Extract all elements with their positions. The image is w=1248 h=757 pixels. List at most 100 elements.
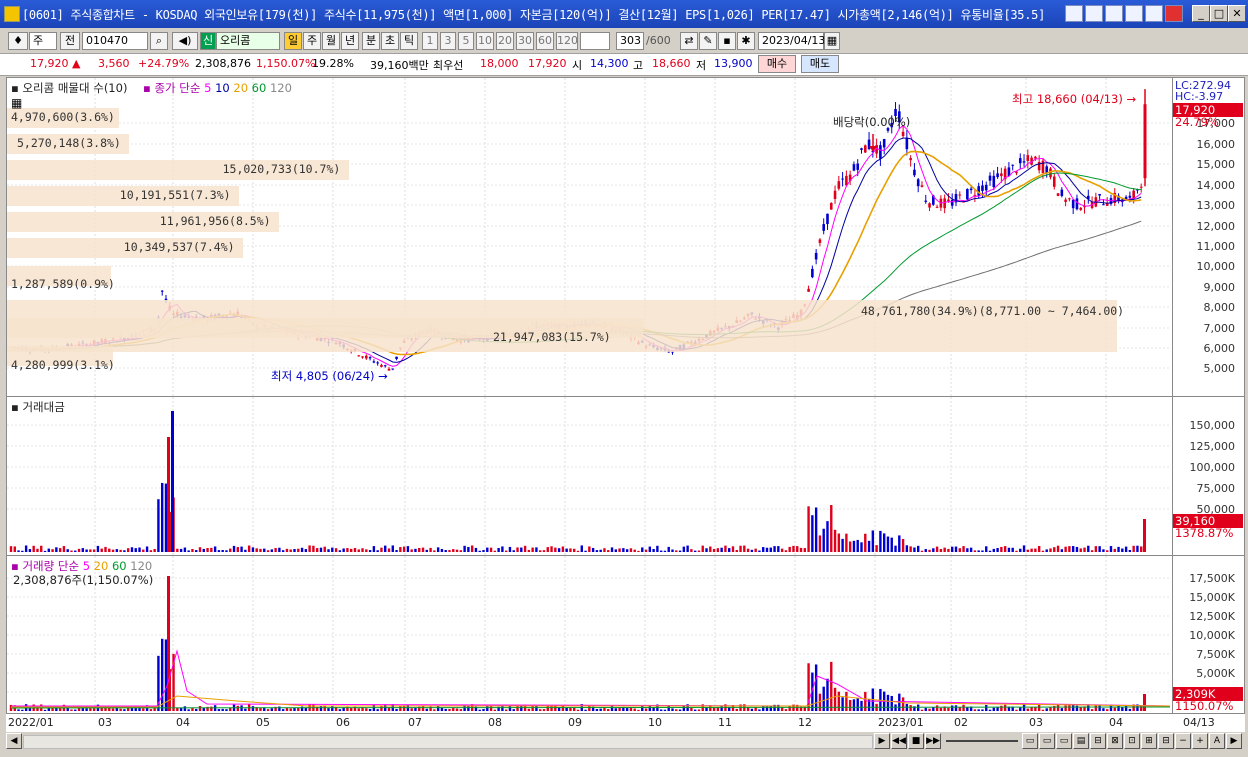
tool-icon-4[interactable]: ⊞: [1141, 733, 1157, 749]
window-icon[interactable]: [1105, 5, 1123, 22]
zoom-out-icon[interactable]: −: [1175, 733, 1191, 749]
tool-icon-3[interactable]: ⊡: [1124, 733, 1140, 749]
period-week[interactable]: 주: [303, 32, 321, 50]
rewind-icon[interactable]: ◀◀: [891, 733, 907, 749]
interval-5[interactable]: 5: [458, 32, 474, 50]
change-rate: +24.79%: [138, 57, 190, 70]
x-axis-label: 07: [408, 716, 422, 729]
x-axis-label: 09: [568, 716, 582, 729]
count-input[interactable]: 303: [616, 32, 644, 50]
prev-button[interactable]: 전: [60, 32, 80, 50]
x-axis-label: 03: [1029, 716, 1043, 729]
scroll-left-button[interactable]: ◀: [6, 733, 22, 749]
speaker-icon[interactable]: ◀): [172, 32, 198, 50]
period-year[interactable]: 년: [341, 32, 359, 50]
interval-10[interactable]: 10: [476, 32, 494, 50]
buy-button[interactable]: 매수: [758, 55, 796, 73]
x-axis-label: 02: [954, 716, 968, 729]
font-icon[interactable]: [1145, 5, 1163, 22]
close-button[interactable]: ✕: [1228, 5, 1246, 22]
play-icon[interactable]: ▶: [874, 733, 890, 749]
x-axis-label: 08: [488, 716, 502, 729]
price-tick: 5,000: [1203, 362, 1236, 375]
amount-title: ▪ 거래대금: [11, 400, 65, 414]
turnover: 19.28%: [312, 57, 354, 70]
minimize-button[interactable]: _: [1192, 5, 1210, 22]
low-note: 최저 4,805 (06/24) →: [271, 369, 388, 383]
search-icon[interactable]: ⌕: [150, 32, 168, 50]
volume-ma-label: 단순: [57, 559, 80, 573]
scroll-track[interactable]: [23, 735, 873, 749]
tool-icon-1[interactable]: ⊟: [1090, 733, 1106, 749]
sell-button[interactable]: 매도: [801, 55, 839, 73]
zoom-slider[interactable]: [946, 740, 1018, 742]
volume-tick: 5,000K: [1196, 667, 1235, 680]
price-panel[interactable]: 4,970,600(3.6%) 5,270,148(3.8%) 15,020,733…: [7, 78, 1170, 396]
grid-icon[interactable]: ▦: [11, 96, 22, 110]
interval-120[interactable]: 120: [556, 32, 578, 50]
price-tick: 7,000: [1203, 322, 1236, 335]
title-bar: [0601] 주식종합차트 - KOSDAQ 외국인보유[179(천)] 주식수…: [0, 0, 1248, 28]
code-input[interactable]: 010470: [82, 32, 148, 50]
amount-tick: 75,000: [1196, 482, 1236, 495]
interval-1[interactable]: 1: [422, 32, 438, 50]
high-note: 최고 18,660 (04/13) →: [1012, 92, 1137, 106]
period-tick[interactable]: 틱: [400, 32, 418, 50]
market-select[interactable]: 주: [29, 32, 57, 50]
volume-profile-label: 5,270,148(3.8%): [17, 136, 121, 150]
x-axis-end: 04/13: [1183, 716, 1215, 729]
tool-icon-2[interactable]: ⊠: [1107, 733, 1123, 749]
volume-tick: 12,500K: [1189, 610, 1235, 623]
x-axis: 2022/01 03 04 05 06 07 08 09 10 11 12 2023/01 02 03 04…: [6, 713, 1245, 732]
draw-icon[interactable]: ✎: [699, 32, 717, 50]
pin-icon[interactable]: ♦: [8, 32, 28, 50]
stop-icon[interactable]: ■: [908, 733, 924, 749]
link-icon[interactable]: [1065, 5, 1083, 22]
custom-interval-input[interactable]: [580, 32, 610, 50]
interval-3[interactable]: 3: [440, 32, 456, 50]
refresh-icon[interactable]: [1085, 5, 1103, 22]
save-icon[interactable]: ▪: [718, 32, 736, 50]
period-day[interactable]: 일: [284, 32, 302, 50]
volume-profile-label: 4,280,999(3.1%): [11, 358, 115, 372]
maximize-button[interactable]: □: [1210, 5, 1228, 22]
zoom-in-icon[interactable]: +: [1192, 733, 1208, 749]
font-size-icon[interactable]: A: [1209, 733, 1225, 749]
ma120-label: 120: [269, 81, 292, 95]
period-minute[interactable]: 분: [362, 32, 380, 50]
view-icon-4[interactable]: ▤: [1073, 733, 1089, 749]
ma60-label: 60: [251, 81, 267, 95]
view-icon-1[interactable]: ▭: [1022, 733, 1038, 749]
up-icon: ▲: [72, 57, 81, 70]
vma5-label: 5: [82, 559, 91, 573]
scroll-right-button[interactable]: ▶: [1226, 733, 1242, 749]
period-month[interactable]: 월: [322, 32, 340, 50]
vma60-label: 60: [111, 559, 127, 573]
view-icon-2[interactable]: ▭: [1039, 733, 1055, 749]
x-axis-label: 12: [798, 716, 812, 729]
help-icon[interactable]: [1165, 5, 1183, 22]
volume-plot: [7, 556, 1170, 714]
high-note-text: 최고 18,660 (04/13): [1012, 92, 1123, 106]
amount-panel[interactable]: ▪ 거래대금: [7, 397, 1170, 555]
stock-name[interactable]: 오리콤: [216, 32, 280, 50]
compare-icon[interactable]: ⇄: [680, 32, 698, 50]
interval-20[interactable]: 20: [496, 32, 514, 50]
period-second[interactable]: 초: [381, 32, 399, 50]
interval-30[interactable]: 30: [516, 32, 534, 50]
settings-icon[interactable]: ✱: [737, 32, 755, 50]
calendar-icon[interactable]: ▦: [824, 32, 840, 50]
volume-profile-label: 48,761,780(34.9%)(8,771.00 ~ 7,464.00): [861, 304, 1125, 318]
volume-panel[interactable]: ▪ 거래량 단순 5 20 60 120 2,308,876주(1,150.07…: [7, 556, 1170, 714]
volume-profile-label: 10,349,537(7.4%): [123, 240, 235, 254]
count-total: /600: [646, 34, 671, 47]
date-input[interactable]: 2023/04/13: [758, 32, 825, 50]
volume: 2,308,876: [195, 57, 251, 70]
forward-icon[interactable]: ▶▶: [925, 733, 941, 749]
print-icon[interactable]: [1125, 5, 1143, 22]
chart-area[interactable]: 4,970,600(3.6%) 5,270,148(3.8%) 15,020,733…: [6, 77, 1245, 715]
interval-60[interactable]: 60: [536, 32, 554, 50]
high: 18,660: [652, 57, 691, 70]
tool-icon-5[interactable]: ⊟: [1158, 733, 1174, 749]
view-icon-3[interactable]: ▭: [1056, 733, 1072, 749]
